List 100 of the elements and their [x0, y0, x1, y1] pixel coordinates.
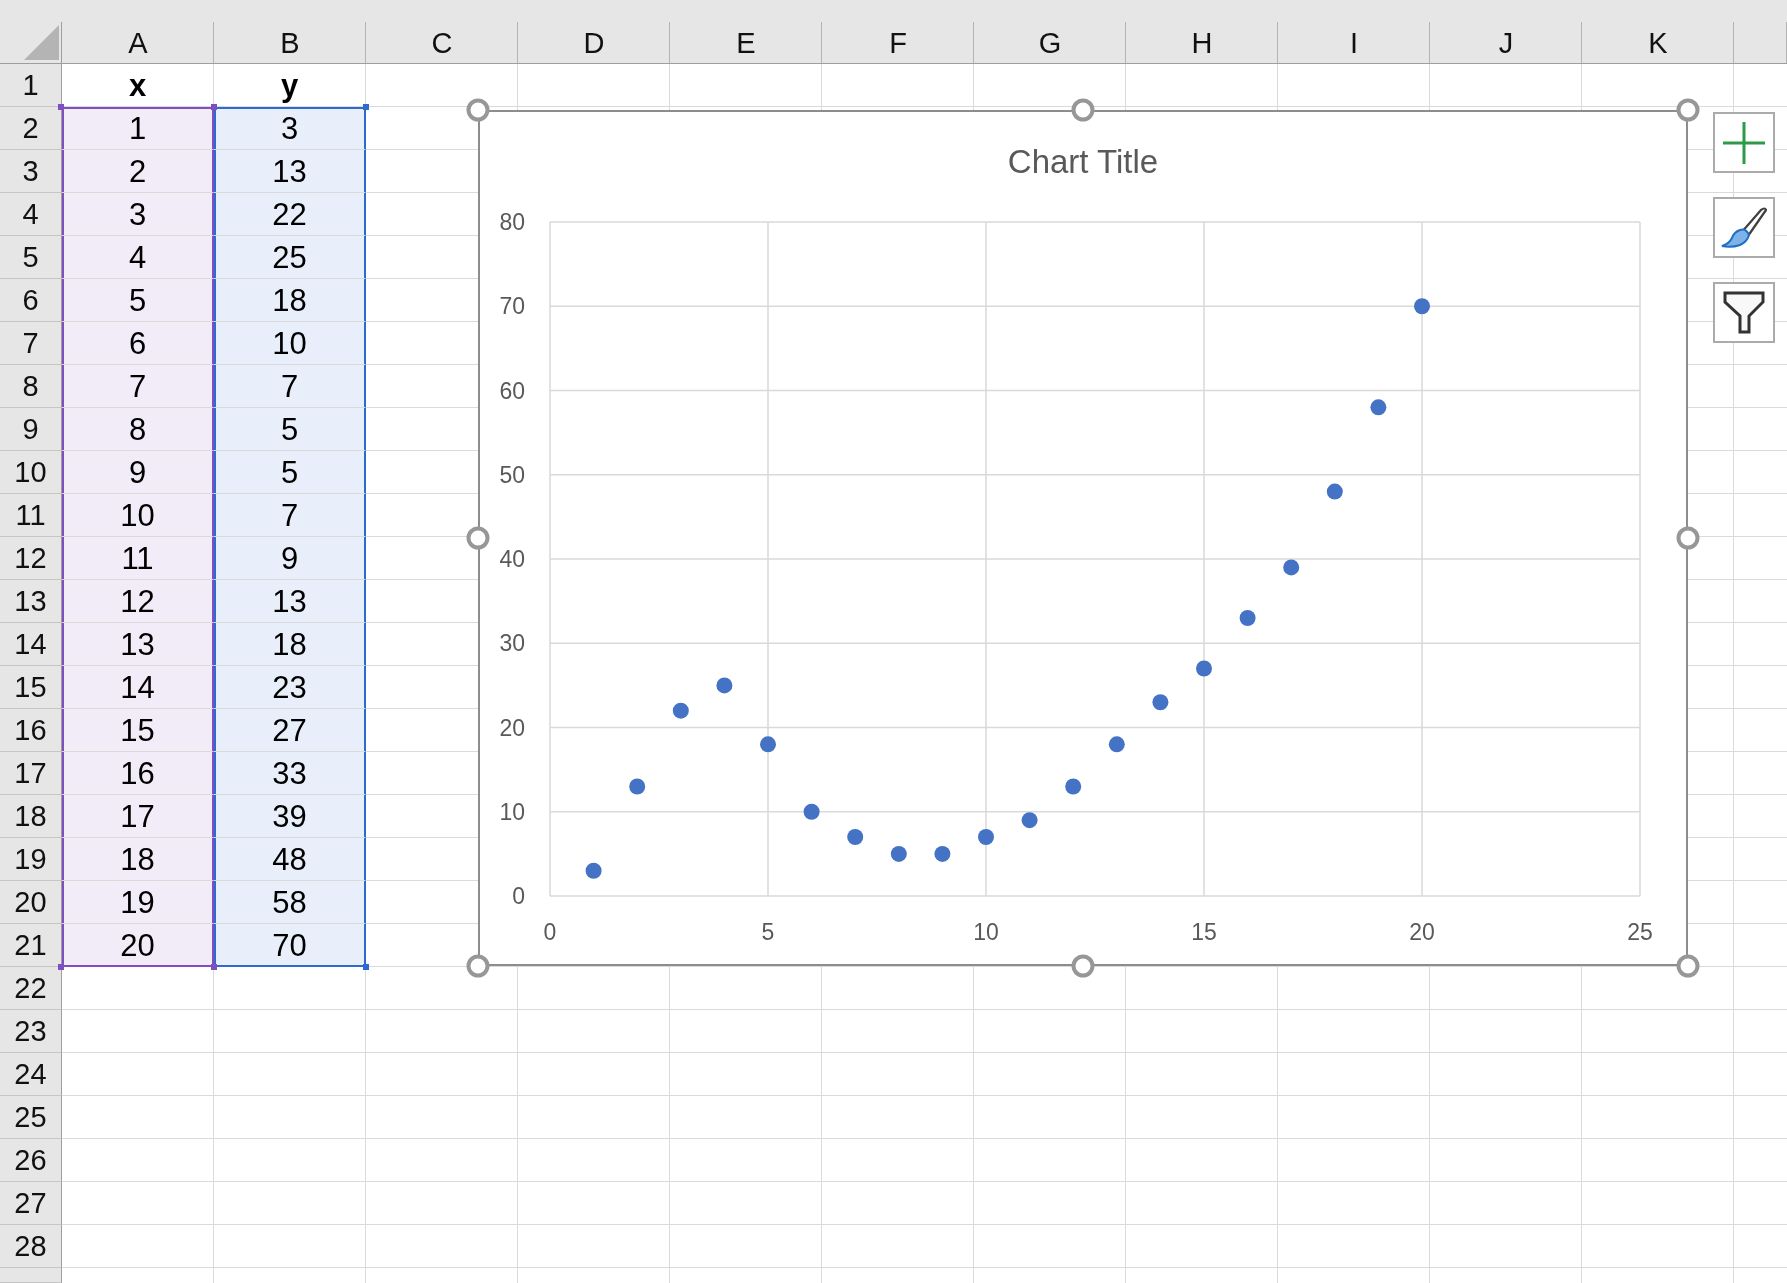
row-header[interactable]: 3 [0, 150, 62, 193]
table-cell[interactable]: 33 [214, 752, 366, 795]
row-header[interactable]: 9 [0, 408, 62, 451]
table-cell[interactable]: 3 [214, 107, 366, 150]
table-cell[interactable]: 13 [214, 150, 366, 193]
data-point[interactable] [803, 803, 820, 820]
table-cell[interactable]: 5 [214, 408, 366, 451]
resize-handle-icon[interactable] [1676, 526, 1700, 550]
row-header[interactable]: 2 [0, 107, 62, 150]
data-point[interactable] [978, 829, 994, 846]
row-header[interactable]: 7 [0, 322, 62, 365]
data-point[interactable] [760, 736, 776, 753]
range-handle-icon[interactable] [58, 104, 64, 110]
table-cell[interactable]: 11 [62, 537, 214, 580]
data-point[interactable] [1021, 812, 1038, 829]
table-cell[interactable]: 6 [62, 322, 214, 365]
data-point[interactable] [1283, 559, 1300, 576]
row-header[interactable]: 16 [0, 709, 62, 752]
row-header[interactable]: 23 [0, 1010, 62, 1053]
table-cell[interactable]: 4 [62, 236, 214, 279]
table-cell[interactable]: 5 [214, 451, 366, 494]
table-cell[interactable]: 18 [62, 838, 214, 881]
data-point[interactable] [672, 702, 689, 719]
row-header[interactable]: 5 [0, 236, 62, 279]
data-point[interactable] [934, 845, 951, 862]
range-handle-icon[interactable] [211, 964, 217, 970]
table-cell[interactable]: 23 [214, 666, 366, 709]
data-point[interactable] [1414, 298, 1430, 315]
range-handle-icon[interactable] [363, 104, 369, 110]
row-header[interactable]: 27 [0, 1182, 62, 1225]
table-cell[interactable]: 58 [214, 881, 366, 924]
row-header[interactable]: 25 [0, 1096, 62, 1139]
row-header[interactable]: 28 [0, 1225, 62, 1268]
table-cell[interactable]: 15 [62, 709, 214, 752]
row-header[interactable]: 14 [0, 623, 62, 666]
row-header[interactable]: 13 [0, 580, 62, 623]
row-header[interactable]: 24 [0, 1053, 62, 1096]
range-handle-icon[interactable] [363, 964, 369, 970]
row-header[interactable]: 6 [0, 279, 62, 322]
data-point[interactable] [1326, 483, 1343, 500]
data-point[interactable] [1108, 736, 1125, 753]
table-cell[interactable]: 27 [214, 709, 366, 752]
resize-handle-icon[interactable] [1676, 98, 1700, 122]
chart-title[interactable]: Chart Title [1007, 140, 1159, 184]
resize-handle-icon[interactable] [466, 98, 490, 122]
row-header[interactable]: 17 [0, 752, 62, 795]
table-cell[interactable]: 7 [62, 365, 214, 408]
data-point[interactable] [585, 862, 602, 879]
table-cell[interactable]: 5 [62, 279, 214, 322]
table-cell[interactable]: 12 [62, 580, 214, 623]
table-cell[interactable]: 9 [62, 451, 214, 494]
row-header[interactable]: 12 [0, 537, 62, 580]
column-header[interactable]: J [1430, 0, 1582, 64]
table-cell[interactable]: 7 [214, 365, 366, 408]
table-cell[interactable]: 14 [62, 666, 214, 709]
range-handle-icon[interactable] [58, 964, 64, 970]
row-header[interactable]: 18 [0, 795, 62, 838]
data-point[interactable] [1152, 694, 1169, 711]
column-header[interactable]: B [214, 0, 366, 64]
row-header[interactable]: 10 [0, 451, 62, 494]
row-header[interactable]: 20 [0, 881, 62, 924]
data-point[interactable] [1239, 610, 1256, 626]
resize-handle-icon[interactable] [466, 526, 490, 550]
table-cell[interactable]: 13 [214, 580, 366, 623]
table-cell[interactable]: 70 [214, 924, 366, 967]
data-point[interactable] [890, 845, 907, 862]
table-cell[interactable]: 7 [214, 494, 366, 537]
table-cell[interactable]: 9 [214, 537, 366, 580]
add-element-button[interactable] [1713, 112, 1775, 173]
row-header[interactable]: 19 [0, 838, 62, 881]
filter-button[interactable] [1713, 282, 1775, 343]
table-cell[interactable]: 18 [214, 623, 366, 666]
column-header[interactable]: D [518, 0, 670, 64]
range-handle-icon[interactable] [211, 104, 217, 110]
table-cell[interactable]: 18 [214, 279, 366, 322]
column-header[interactable]: F [822, 0, 974, 64]
column-header[interactable]: E [670, 0, 822, 64]
row-header[interactable]: 21 [0, 924, 62, 967]
table-cell[interactable]: 2 [62, 150, 214, 193]
table-cell[interactable]: 48 [214, 838, 366, 881]
table-cell[interactable]: 10 [214, 322, 366, 365]
column-header[interactable]: G [974, 0, 1126, 64]
row-header[interactable]: 22 [0, 967, 62, 1010]
resize-handle-icon[interactable] [466, 954, 490, 978]
column-header[interactable]: K [1582, 0, 1734, 64]
resize-handle-icon[interactable] [1676, 954, 1700, 978]
resize-handle-icon[interactable] [1071, 954, 1095, 978]
row-header[interactable]: 11 [0, 494, 62, 537]
table-cell[interactable]: 13 [62, 623, 214, 666]
table-cell[interactable]: 19 [62, 881, 214, 924]
table-cell[interactable]: 10 [62, 494, 214, 537]
column-header[interactable]: I [1278, 0, 1430, 64]
chart-frame[interactable]: Chart Title 0 10 20 30 40 50 60 70 80 0 5 10 15 20 25 [478, 110, 1688, 966]
data-point[interactable] [1196, 660, 1212, 677]
table-cell[interactable]: 25 [214, 236, 366, 279]
data-point[interactable] [629, 778, 646, 795]
style-button[interactable] [1713, 197, 1775, 258]
table-cell[interactable]: 3 [62, 193, 214, 236]
column-header[interactable]: H [1126, 0, 1278, 64]
row-header[interactable]: 26 [0, 1139, 62, 1182]
